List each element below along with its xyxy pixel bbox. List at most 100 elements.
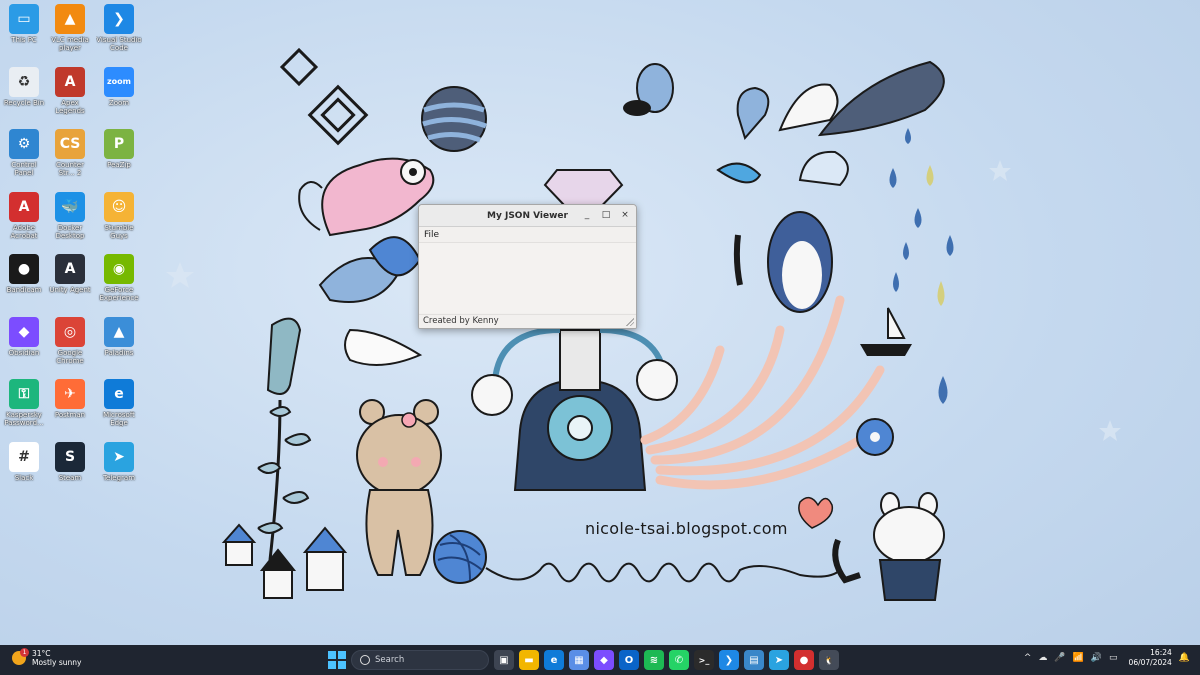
desktop-icon-label: Recycle Bin bbox=[3, 98, 45, 107]
system-tray: ^ ☁ 🎤 📶 🔊 ▭ 16:24 06/07/2024 🔔 bbox=[1024, 648, 1190, 668]
window-title: My JSON Viewer bbox=[487, 210, 568, 221]
taskbar-app-outlook[interactable]: O bbox=[619, 650, 639, 670]
json-viewer-window[interactable]: My JSON Viewer _ □ × File Created by Ken… bbox=[418, 204, 637, 329]
desktop-icon-telegram[interactable]: ➤ Telegram bbox=[96, 441, 142, 482]
desktop-icon-docker[interactable]: 🐳 Docker Desktop bbox=[47, 191, 93, 240]
close-button[interactable]: × bbox=[620, 209, 630, 221]
desktop-icon-slack[interactable]: # Slack bbox=[1, 441, 47, 482]
whatsapp-icon: ✆ bbox=[674, 654, 684, 666]
taskbar-app-task-manager[interactable]: ▤ bbox=[744, 650, 764, 670]
weather-widget[interactable]: 1 31°C Mostly sunny bbox=[12, 648, 82, 667]
desktop-icon-label: Apex Legends bbox=[55, 98, 85, 115]
taskbar-app-obsidian[interactable]: ◆ bbox=[594, 650, 614, 670]
desktop-icon-vscode[interactable]: ❯ Visual Studio Code bbox=[96, 4, 142, 52]
slack-icon: # bbox=[9, 441, 39, 472]
taskbar-app-file-explorer[interactable]: ▬ bbox=[519, 650, 539, 670]
onedrive-cloud-icon[interactable]: ☁ bbox=[1038, 653, 1047, 663]
control-panel-icon: ⚙ bbox=[9, 129, 39, 159]
start-button[interactable] bbox=[328, 651, 346, 669]
desktop-icon-paladins[interactable]: ▲ Paladins bbox=[96, 316, 142, 357]
desktop-icon-monitor[interactable]: ▭ This PC bbox=[1, 4, 47, 44]
taskbar-app-bandicam[interactable]: ● bbox=[794, 650, 814, 670]
desktop-icon-label: Docker Desktop bbox=[55, 223, 85, 240]
taskbar-app-vscode[interactable]: ❯ bbox=[719, 650, 739, 670]
search-icon bbox=[360, 655, 370, 665]
desktop-icon-control-panel[interactable]: ⚙ Control Panel bbox=[1, 129, 47, 177]
desktop-icon-label: PeaZip bbox=[107, 161, 131, 169]
desktop-icon-label: Stumble Guys bbox=[104, 223, 134, 240]
desktop-icon-adobe-acrobat[interactable]: A Adobe Acrobat bbox=[1, 191, 47, 240]
desktop-icon-postman[interactable]: ✈ Postman bbox=[47, 379, 93, 419]
stumble-guys-icon: ☺ bbox=[104, 191, 134, 222]
minimize-button[interactable]: _ bbox=[582, 209, 592, 221]
desktop-icon-label: Postman bbox=[54, 411, 86, 419]
windows-logo-icon bbox=[328, 651, 336, 659]
taskbar-app-telegram[interactable]: ➤ bbox=[769, 650, 789, 670]
taskbar-app-whatsapp[interactable]: ✆ bbox=[669, 650, 689, 670]
taskbar-app-edge[interactable]: e bbox=[544, 650, 564, 670]
show-hidden-icons-chevron-icon[interactable]: ^ bbox=[1024, 653, 1032, 663]
telegram-icon: ➤ bbox=[774, 654, 784, 666]
window-controls: _ □ × bbox=[582, 209, 630, 221]
weather-description: Mostly sunny bbox=[32, 658, 82, 667]
desktop-icon-label: Bandicam bbox=[6, 286, 42, 294]
desktop-icon-apex-legends[interactable]: A Apex Legends bbox=[47, 66, 93, 115]
desktop-icon-chrome[interactable]: ◎ Google Chrome bbox=[47, 316, 93, 365]
json-content-area[interactable] bbox=[419, 243, 636, 313]
taskbar-app-task-view[interactable]: ▣ bbox=[494, 650, 514, 670]
outlook-icon: O bbox=[624, 654, 634, 666]
file-explorer-icon: ▬ bbox=[524, 654, 534, 666]
desktop-icon-recycle-bin[interactable]: ♻ Recycle Bin bbox=[1, 66, 47, 107]
task-manager-icon: ▤ bbox=[749, 654, 759, 666]
weather-temperature: 31°C bbox=[32, 649, 51, 658]
desktop-icon-kaspersky[interactable]: ⚿ Kaspersky Password... bbox=[1, 379, 47, 427]
maximize-button[interactable]: □ bbox=[601, 209, 611, 221]
desktop-icon-label: Unity Agent bbox=[49, 286, 91, 294]
counter-strike-icon: CS bbox=[55, 129, 85, 159]
edge-icon: e bbox=[104, 379, 134, 409]
desktop-icon-label: Slack bbox=[14, 473, 34, 482]
microphone-icon[interactable]: 🎤 bbox=[1054, 653, 1065, 663]
desktop-icon-stumble-guys[interactable]: ☺ Stumble Guys bbox=[96, 191, 142, 240]
desktop-icon-counter-strike[interactable]: CS Counter Str... 2 bbox=[47, 129, 93, 177]
desktop-icon-unity-agent[interactable]: A Unity Agent bbox=[47, 254, 93, 294]
window-titlebar[interactable]: My JSON Viewer _ □ × bbox=[419, 205, 636, 227]
desktop-icon-label: Obsidian bbox=[8, 348, 40, 357]
notification-bell-icon[interactable]: 🔔 bbox=[1179, 653, 1190, 663]
clock-time: 16:24 bbox=[1150, 648, 1172, 657]
desktop-icon-edge[interactable]: e Microsoft Edge bbox=[96, 379, 142, 427]
notification-badge: 1 bbox=[20, 648, 29, 657]
vlc-cone-icon: ▲ bbox=[55, 4, 85, 34]
battery-icon[interactable]: ▭ bbox=[1109, 653, 1118, 663]
desktop-icon-steam[interactable]: S Steam bbox=[47, 441, 93, 482]
desktop-icon-zoom[interactable]: zoom Zoom bbox=[96, 66, 142, 107]
taskbar-app-spotify[interactable]: ≋ bbox=[644, 650, 664, 670]
desktop-icon-label: VLC media player bbox=[51, 36, 89, 52]
status-bar: Created by Kenny bbox=[419, 314, 636, 328]
desktop-icon-label: GeForce Experience bbox=[99, 286, 139, 302]
resize-grip[interactable] bbox=[626, 318, 634, 326]
desktop-icon-peazip[interactable]: P PeaZip bbox=[96, 129, 142, 169]
wifi-icon[interactable]: 📶 bbox=[1073, 653, 1084, 663]
desktop-icon-bandicam[interactable]: ● Bandicam bbox=[1, 254, 47, 294]
taskbar-app-linux-app[interactable]: 🐧 bbox=[819, 650, 839, 670]
menu-file[interactable]: File bbox=[424, 230, 439, 240]
desktop-icon-obsidian[interactable]: ◆ Obsidian bbox=[1, 316, 47, 357]
desktop-icon-label: Control Panel bbox=[11, 161, 37, 177]
speaker-icon[interactable]: 🔊 bbox=[1091, 653, 1102, 663]
peazip-icon: P bbox=[104, 129, 134, 159]
clock[interactable]: 16:24 06/07/2024 bbox=[1129, 648, 1172, 668]
desktop-icon-geforce[interactable]: ◉ GeForce Experience bbox=[96, 254, 142, 302]
desktop-icon-label: Google Chrome bbox=[56, 348, 84, 365]
desktop-icon-label: Telegram bbox=[102, 473, 136, 482]
microsoft-store-icon: ▦ bbox=[574, 654, 584, 666]
taskbar-app-microsoft-store[interactable]: ▦ bbox=[569, 650, 589, 670]
sun-icon: 1 bbox=[12, 648, 29, 665]
taskbar-center: Search ▣ ▬ e ▦ ◆ O ≋ ✆ >_ ❯ ▤ ➤ ● 🐧 bbox=[328, 649, 839, 671]
steam-icon: S bbox=[55, 441, 85, 472]
zoom-icon: zoom bbox=[104, 66, 134, 97]
telegram-icon: ➤ bbox=[104, 441, 134, 472]
taskbar-search[interactable]: Search bbox=[351, 650, 489, 670]
desktop-icon-vlc-cone[interactable]: ▲ VLC media player bbox=[47, 4, 93, 52]
taskbar-app-terminal[interactable]: >_ bbox=[694, 650, 714, 670]
